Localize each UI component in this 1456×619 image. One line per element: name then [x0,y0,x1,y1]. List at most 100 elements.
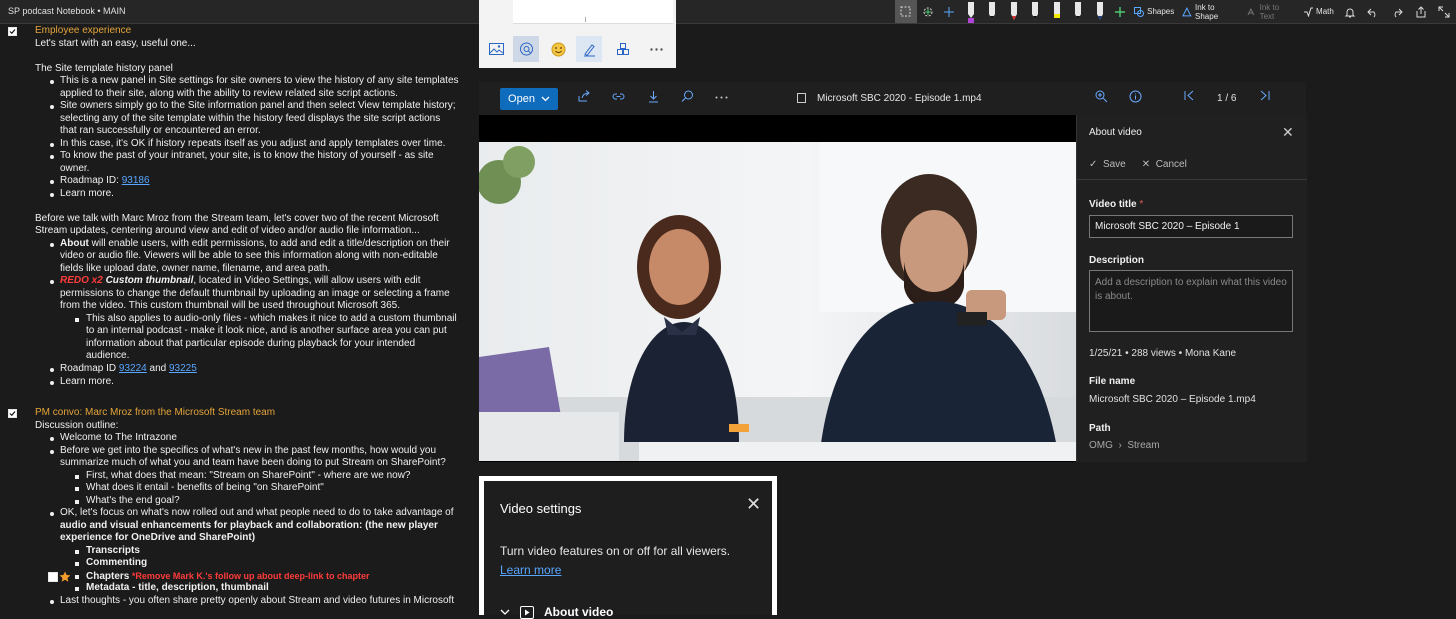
chevron-right-icon: › [1115,440,1125,451]
ink-to-text-icon [1247,7,1255,15]
note-line: to an internal podcast - make it look ni… [86,325,447,336]
highlighter-yellow[interactable] [1046,0,1067,23]
bullet-square [75,550,79,554]
about-video-header: About video [1089,127,1142,138]
apps-icon[interactable] [610,36,636,62]
todo-checkbox-employee-experience[interactable] [8,27,17,36]
bullet-dot [50,180,54,184]
shapes-button[interactable]: Shapes [1130,0,1178,23]
note-line: that ran successfully or encountered an … [60,125,261,136]
more-icon[interactable] [643,36,669,62]
image-icon[interactable] [483,36,509,62]
note-line: summarize much of what you and team have… [60,457,446,468]
ink-to-text-button[interactable]: Ink to Text [1243,0,1299,23]
note-line: from the video. This custom thumbnail wi… [60,300,400,311]
info-icon[interactable] [1129,90,1142,103]
about-actions: ✓ Save ✕ Cancel [1089,159,1187,170]
todo-checkbox-chapters[interactable] [48,572,58,582]
bullet-dot [50,280,54,284]
pen-black-1[interactable] [982,0,1003,23]
bullet-square [75,587,79,591]
video-icon [520,605,534,619]
highlighter-pen[interactable] [960,0,981,23]
math-button[interactable]: Math [1299,0,1338,23]
link-icon[interactable] [612,90,625,103]
redo-icon[interactable] [1385,0,1409,23]
learn-more-link[interactable]: Learn more [500,563,561,577]
bell-icon[interactable] [1338,0,1362,23]
roadmap-link-93186[interactable]: 93186 [122,175,150,186]
zoom-in-icon[interactable] [1095,90,1108,103]
save-button[interactable]: ✓ Save [1089,159,1126,170]
lasso-select-icon[interactable] [895,0,917,23]
expand-icon[interactable] [1432,0,1456,23]
cancel-button[interactable]: ✕ Cancel [1142,159,1187,170]
description-input[interactable]: Add a description to explain what this v… [1089,270,1293,332]
bullet-square [75,575,79,579]
note-line: Discussion outline: [35,420,119,431]
pen-black-4[interactable] [1089,0,1110,23]
open-button[interactable]: Open [500,88,558,110]
path-breadcrumb: OMG › Stream [1089,440,1160,451]
path-segment-stream[interactable]: Stream [1127,440,1159,451]
emoji-icon[interactable] [545,36,571,62]
chevron-down-icon [541,96,550,102]
video-settings-frame: Video settings ✕ Turn video features on … [479,476,777,619]
note-line: What's the end goal? [86,495,180,506]
note-line: applied to their site, along with the ab… [60,88,398,99]
path-segment-omg[interactable]: OMG [1089,440,1113,451]
file-type-icon [797,93,806,103]
bullet-square [75,318,79,322]
add-pen-icon[interactable] [1110,0,1130,23]
pen-black-3[interactable] [1067,0,1088,23]
shapes-icon [1134,6,1145,17]
share-icon[interactable] [577,90,590,103]
note-line: To know the past of your intranet, your … [60,150,434,161]
star-icon [59,571,71,582]
section-heading-employee-experience: Employee experience [35,25,132,36]
file-name-label: File name [1089,376,1136,387]
first-page-icon[interactable] [1184,90,1195,101]
about-video-section-toggle[interactable]: About video [500,605,613,619]
download-icon[interactable] [647,90,660,103]
share-icon[interactable] [1409,0,1433,23]
learn-more-text: Learn more. [60,188,114,199]
pen-red[interactable] [1003,0,1024,23]
note-line: This is a new panel in Site settings for… [60,75,459,86]
todo-checkbox-pm-convo[interactable] [8,409,17,418]
bullet-square [75,475,79,479]
video-player[interactable] [479,115,1076,462]
note-line: About will enable users, with edit permi… [60,238,450,249]
undo-icon[interactable] [1361,0,1385,23]
search-icon[interactable] [681,90,694,103]
chat-search-icon[interactable] [513,36,539,62]
note-line: audio and visual enhancements for playba… [60,520,438,531]
more-icon[interactable] [715,96,728,99]
add-space-icon[interactable] [917,0,939,23]
math-icon [1304,7,1314,17]
pen-black-2[interactable] [1024,0,1045,23]
note-line: OK, let's focus on what's now rolled out… [60,507,454,518]
note-line: The Site template history panel [35,63,173,74]
last-page-icon[interactable] [1259,90,1270,101]
video-title-input[interactable]: Microsoft SBC 2020 – Episode 1 [1089,215,1293,238]
type-icon[interactable] [938,0,960,23]
ink-pen-icon[interactable] [576,36,602,62]
note-line: Site owners simply go to the Site inform… [60,100,456,111]
roadmap-link-93225[interactable]: 93225 [169,363,197,374]
bullet-dot [50,600,54,604]
note-line: owner. [60,163,90,174]
ink-to-shape-button[interactable]: Ink to Shape [1178,0,1243,23]
bullet-dot [50,437,54,441]
close-icon: ✕ [1141,159,1151,170]
note-line: Let's start with an easy, useful one... [35,38,196,49]
chevron-down-icon [500,609,510,615]
close-icon[interactable]: ✕ [1282,124,1294,141]
note-line: This also applies to audio-only files - … [86,313,457,324]
close-icon[interactable]: ✕ [746,494,761,515]
notebook-title: SP podcast Notebook • MAIN [8,6,126,16]
video-title-label: Video title * [1089,199,1144,210]
roadmap-link-93224[interactable]: 93224 [119,363,147,374]
bullet-dot [50,450,54,454]
note-line: permissions to change the default thumbn… [60,288,450,299]
